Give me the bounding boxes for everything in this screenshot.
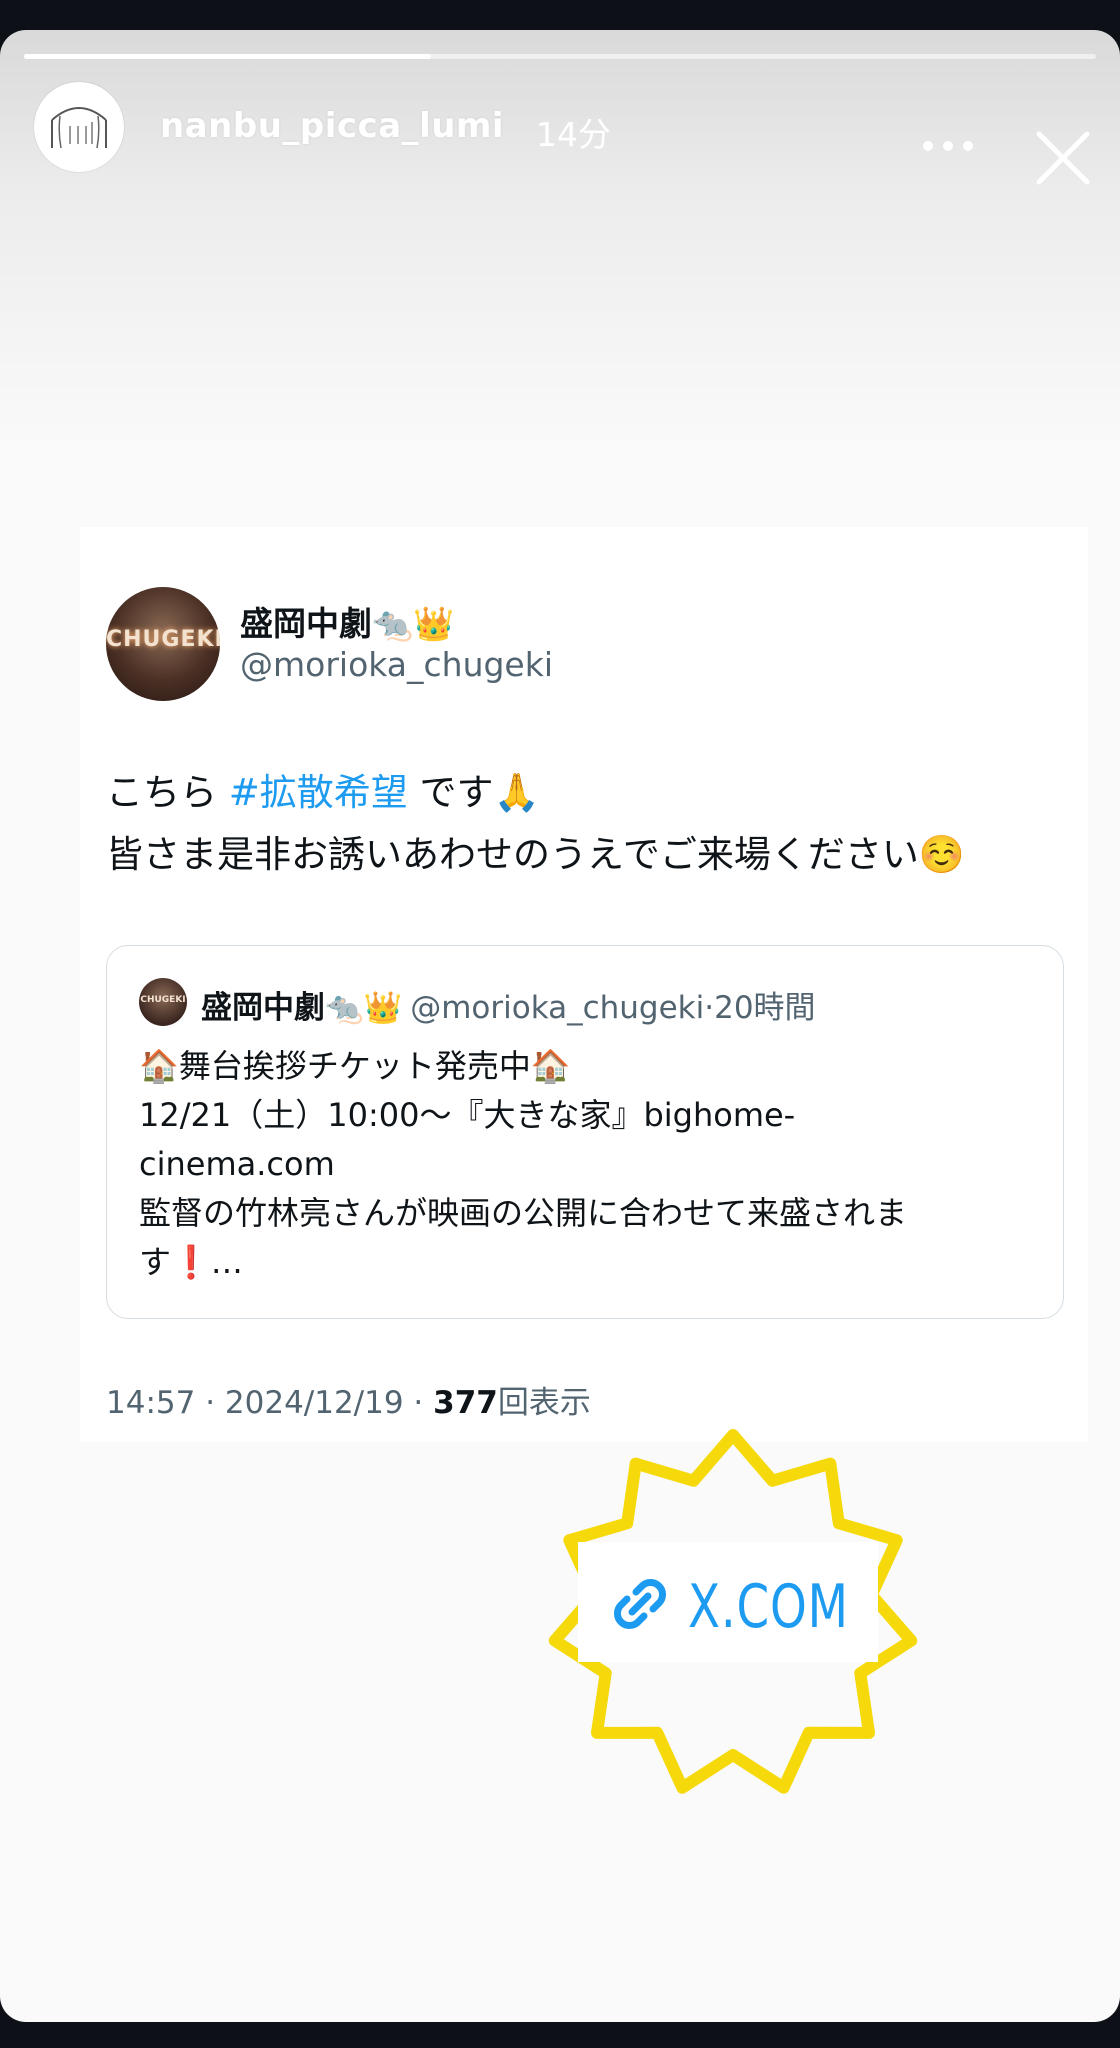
- tweet-author-handle: @morioka_chugeki: [240, 645, 554, 684]
- avatar-label: CHUGEKI: [106, 627, 220, 652]
- tweet-meta: 14:57 · 2024/12/19 · 377回表示: [106, 1377, 591, 1422]
- tweet-text-prefix: こちら: [106, 771, 229, 814]
- story-viewer[interactable]: nanbu_picca_lumi 14分 CHUGEKI 盛岡中劇🐀👑 @mor…: [0, 30, 1120, 2022]
- tweet-author-name: 盛岡中劇🐀👑: [240, 604, 455, 643]
- tweet-view-count: 377: [433, 1385, 498, 1421]
- quoted-avatar-label: CHUGEKI: [140, 995, 186, 1005]
- story-progress-bar: [24, 54, 1096, 59]
- quoted-author-handle: @morioka_chugeki: [410, 990, 705, 1026]
- quoted-tweet: CHUGEKI 盛岡中劇🐀👑 @morioka_chugeki·20時間 🏠舞台挨…: [106, 945, 1064, 1319]
- quoted-time: 20時間: [714, 990, 816, 1026]
- bottom-safe-area: [0, 2022, 1120, 2048]
- tweet-view-label: 回表示: [497, 1385, 591, 1421]
- tweet-body-line-1: こちら #拡散希望 です🙏: [106, 762, 1076, 824]
- link-pill[interactable]: X.COM: [578, 1542, 878, 1662]
- profile-avatar[interactable]: [34, 82, 124, 172]
- quoted-tweet-body: 🏠舞台挨拶チケット発売中🏠 12/21（土）10:00〜『大きな家』bighom…: [139, 1042, 1039, 1287]
- quoted-line: す❗️…: [139, 1243, 243, 1281]
- tweet-timestamp: 14:57 · 2024/12/19 ·: [106, 1385, 434, 1421]
- quoted-tweet-header: 盛岡中劇🐀👑 @morioka_chugeki·20時間: [201, 982, 816, 1027]
- link-icon: [614, 1579, 666, 1629]
- quoted-separator: ·: [704, 990, 715, 1026]
- more-dots-icon[interactable]: [922, 140, 974, 152]
- quoted-line: 12/21（土）10:00〜『大きな家』bighome-: [139, 1096, 796, 1134]
- quoted-line: 🏠舞台挨拶チケット発売中🏠: [139, 1047, 571, 1085]
- tweet-text-suffix: です🙏: [407, 771, 540, 814]
- quoted-author-avatar: CHUGEKI: [139, 978, 187, 1026]
- tweet-hashtag: #拡散希望: [228, 771, 408, 814]
- tweet-author-avatar: CHUGEKI: [106, 587, 220, 701]
- story-username[interactable]: nanbu_picca_lumi: [160, 106, 504, 146]
- tweet-body-line-2: 皆さま是非お誘いあわせのうえでご来場ください☺️: [106, 833, 965, 876]
- quoted-line: cinema.com: [139, 1145, 335, 1183]
- story-progress-fill: [24, 54, 432, 59]
- quoted-author-name: 盛岡中劇🐀👑: [201, 990, 403, 1026]
- tweet-body: こちら #拡散希望 です🙏 皆さま是非お誘いあわせのうえでご来場ください☺️: [106, 762, 1076, 886]
- story-time-ago: 14分: [536, 115, 611, 154]
- quoted-line: 監督の竹林亮さんが映画の公開に合わせて来盛されま: [139, 1194, 908, 1232]
- link-sticker[interactable]: X.COM: [528, 1420, 938, 1810]
- tweet-screenshot-card[interactable]: CHUGEKI 盛岡中劇🐀👑 @morioka_chugeki こちら #拡散希…: [80, 527, 1088, 1442]
- close-icon[interactable]: [1033, 128, 1093, 188]
- theater-logo-icon: [51, 107, 107, 149]
- link-label: X.COM: [688, 1572, 849, 1642]
